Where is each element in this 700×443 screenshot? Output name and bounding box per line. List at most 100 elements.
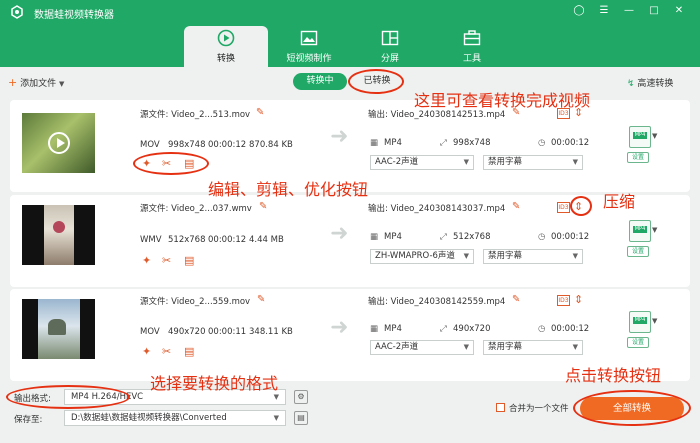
enhance-icon[interactable]: ▤ xyxy=(184,345,194,358)
resize-icon: ⤢ xyxy=(440,138,447,148)
chevron-down-icon: ▼ xyxy=(572,343,578,351)
minimize-icon[interactable]: — xyxy=(622,4,636,18)
video-thumbnail[interactable] xyxy=(22,113,95,173)
output-file-name: 输出: Video_240308142559.mp4 xyxy=(368,297,506,307)
source-format: MOV xyxy=(140,327,160,337)
maximize-icon[interactable]: □ xyxy=(647,4,661,18)
save-to-label: 保存至: xyxy=(14,415,43,425)
id3-icon[interactable]: ID3 xyxy=(557,295,570,306)
audio-dropdown[interactable]: ZH-WMAPRO-6声道 ▼ xyxy=(370,249,474,264)
output-preset-icon[interactable]: MP4 xyxy=(629,311,651,333)
play-icon[interactable] xyxy=(48,132,70,154)
subtitle-value: 禁用字幕 xyxy=(488,251,523,261)
film-icon: ▦ xyxy=(370,138,379,148)
settings-button[interactable]: 设置 xyxy=(627,246,649,257)
format-settings-icon[interactable]: ⚙ xyxy=(294,390,308,404)
annotation-choose-format: 选择要转换的格式 xyxy=(150,374,279,393)
scissors-icon[interactable]: ✂ xyxy=(162,345,171,358)
annotation-edit-tools: 编辑、剪辑、优化按钮 xyxy=(208,180,369,199)
audio-value: ZH-WMAPRO-6声道 xyxy=(375,251,455,261)
picture-icon xyxy=(300,30,318,46)
audio-value: AAC-2声道 xyxy=(375,342,419,352)
id3-icon[interactable]: ID3 xyxy=(557,202,570,213)
audio-value: AAC-2声道 xyxy=(375,157,419,167)
clock-icon: ◷ xyxy=(538,324,546,334)
output-duration: 00:00:12 xyxy=(551,138,590,148)
source-duration: 00:00:11 xyxy=(208,327,247,337)
settings-button[interactable]: 设置 xyxy=(627,152,649,163)
audio-dropdown[interactable]: AAC-2声道 ▼ xyxy=(370,340,474,355)
rename-icon[interactable]: ✎ xyxy=(512,201,520,212)
preset-badge: MP4 xyxy=(633,226,647,233)
rename-icon[interactable]: ✎ xyxy=(512,294,520,305)
subtitle-value: 禁用字幕 xyxy=(488,342,523,352)
source-resolution: 512x768 xyxy=(168,235,206,245)
add-files-label: 添加文件 xyxy=(20,79,57,89)
settings-button[interactable]: 设置 xyxy=(627,337,649,348)
source-file-name: 源文件: Video_2...513.mov xyxy=(140,110,251,120)
arrow-right-icon: ➜ xyxy=(330,124,349,149)
save-path-value: D:\数据蛙\数据蛙视频转换器\Converted xyxy=(71,413,227,423)
save-path-select[interactable]: D:\数据蛙\数据蛙视频转换器\Converted ▼ xyxy=(64,410,286,426)
resize-icon: ⤢ xyxy=(440,324,447,334)
chevron-down-icon[interactable]: ▼ xyxy=(652,132,657,140)
output-resolution: 512x768 xyxy=(453,232,491,242)
folder-icon[interactable]: ▤ xyxy=(294,411,308,425)
merge-checkbox[interactable] xyxy=(496,403,505,412)
annotation-circle xyxy=(573,390,691,426)
magic-wand-icon[interactable]: ✦ xyxy=(142,254,151,267)
compress-icon[interactable]: ⇕ xyxy=(574,293,583,306)
clock-icon: ◷ xyxy=(538,232,546,242)
annotation-view-done: 这里可查看转换完成视频 xyxy=(414,91,591,110)
output-format: MP4 xyxy=(384,232,402,242)
video-thumbnail[interactable] xyxy=(22,205,95,265)
fast-convert-toggle[interactable]: ↯ 高速转换 xyxy=(627,76,673,89)
output-preset-icon[interactable]: MP4 xyxy=(629,126,651,148)
output-duration: 00:00:12 xyxy=(551,324,590,334)
preset-badge: MP4 xyxy=(633,317,647,324)
source-size: 348.11 KB xyxy=(249,327,293,337)
source-duration: 00:00:12 xyxy=(208,140,247,150)
tab-label: 转换 xyxy=(216,54,235,64)
source-file-name: 源文件: Video_2...037.wmv xyxy=(140,204,252,214)
subtitle-dropdown[interactable]: 禁用字幕 ▼ xyxy=(483,249,583,264)
source-format: WMV xyxy=(140,235,162,245)
source-size: 870.84 KB xyxy=(249,140,293,150)
chevron-down-icon[interactable]: ▼ xyxy=(652,317,657,325)
tab-label: 分屏 xyxy=(380,54,399,64)
tab-tools[interactable]: 工具 xyxy=(430,26,514,67)
output-resolution: 490x720 xyxy=(453,324,491,334)
output-resolution: 998x748 xyxy=(453,138,491,148)
tab-short-video[interactable]: 短视频制作 xyxy=(267,26,351,67)
rename-icon[interactable]: ✎ xyxy=(257,294,265,305)
chevron-down-icon[interactable]: ▼ xyxy=(652,226,657,234)
subtitle-dropdown[interactable]: 禁用字幕 ▼ xyxy=(483,340,583,355)
tab-converting[interactable]: 转换中 xyxy=(293,73,347,90)
annotation-circle xyxy=(6,385,130,409)
chevron-down-icon: ▼ xyxy=(572,158,578,166)
user-icon[interactable]: ◯ xyxy=(572,4,586,18)
magic-wand-icon[interactable]: ✦ xyxy=(142,345,151,358)
tab-convert[interactable]: 转换 xyxy=(184,26,268,67)
thumbnail-image xyxy=(44,205,74,265)
output-format: MP4 xyxy=(384,324,402,334)
preset-badge: MP4 xyxy=(633,132,647,139)
add-files-button[interactable]: + 添加文件 ▼ xyxy=(8,76,64,89)
output-preset-icon[interactable]: MP4 xyxy=(629,220,651,242)
subtitle-dropdown[interactable]: 禁用字幕 ▼ xyxy=(483,155,583,170)
enhance-icon[interactable]: ▤ xyxy=(184,254,194,267)
scissors-icon[interactable]: ✂ xyxy=(162,254,171,267)
output-format: MP4 xyxy=(384,138,402,148)
tab-split-screen[interactable]: 分屏 xyxy=(348,26,432,67)
rename-icon[interactable]: ✎ xyxy=(256,107,264,118)
video-thumbnail[interactable] xyxy=(22,299,95,359)
close-icon[interactable]: ✕ xyxy=(672,4,686,18)
menu-icon[interactable]: ☰ xyxy=(597,4,611,18)
tab-label: 短视频制作 xyxy=(286,54,332,64)
rename-icon[interactable]: ✎ xyxy=(259,201,267,212)
chevron-down-icon: ▼ xyxy=(463,158,469,166)
split-screen-icon xyxy=(381,30,399,46)
convert-icon xyxy=(217,29,235,47)
source-duration: 00:00:12 xyxy=(208,235,247,245)
audio-dropdown[interactable]: AAC-2声道 ▼ xyxy=(370,155,474,170)
